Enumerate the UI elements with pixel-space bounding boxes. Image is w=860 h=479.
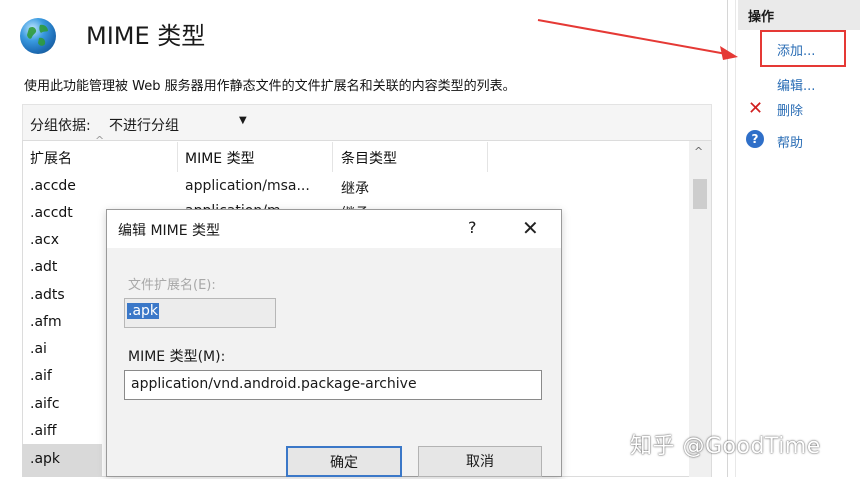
dialog-help-button[interactable]: ? bbox=[468, 218, 477, 237]
list-item-ext[interactable]: .accde bbox=[30, 178, 76, 194]
action-add-link[interactable]: 添加... bbox=[777, 40, 815, 59]
cancel-button[interactable]: 取消 bbox=[418, 446, 542, 477]
list-scrollbar[interactable]: ^ bbox=[689, 141, 711, 477]
list-item-ext[interactable]: .aif bbox=[30, 368, 52, 384]
list-item-ext[interactable]: .acx bbox=[30, 232, 59, 248]
watermark: 知乎 @GoodTime bbox=[630, 434, 821, 459]
list-item-entry[interactable]: 继承 bbox=[341, 178, 369, 198]
column-header-extension[interactable]: 扩展名 bbox=[30, 148, 72, 168]
extension-label: 文件扩展名(E): bbox=[128, 278, 216, 293]
column-divider bbox=[332, 142, 333, 172]
sort-ascending-icon: ^ bbox=[95, 134, 105, 147]
dialog-close-button[interactable]: ✕ bbox=[522, 216, 539, 240]
help-icon[interactable]: ? bbox=[746, 130, 764, 148]
list-item-ext[interactable]: .afm bbox=[30, 314, 62, 330]
list-item-ext-selected[interactable]: .apk bbox=[30, 451, 60, 467]
list-item-mime[interactable]: application/msa... bbox=[185, 178, 310, 194]
list-item-ext[interactable]: .adt bbox=[30, 259, 57, 275]
mime-globe-icon bbox=[20, 18, 56, 54]
column-divider bbox=[487, 142, 488, 172]
panel-divider bbox=[727, 0, 728, 477]
column-divider bbox=[177, 142, 178, 172]
action-delete-link[interactable]: 删除 bbox=[777, 100, 803, 119]
action-help-link[interactable]: 帮助 bbox=[777, 132, 803, 151]
list-item-ext[interactable]: .ai bbox=[30, 341, 47, 357]
group-by-label: 分组依据: bbox=[30, 118, 91, 134]
dropdown-arrow-icon: ▼ bbox=[239, 115, 247, 126]
list-item-ext[interactable]: .accdt bbox=[30, 205, 73, 221]
page-title: MIME 类型 bbox=[86, 22, 206, 50]
mime-type-label: MIME 类型(M): bbox=[128, 349, 226, 365]
extension-field[interactable]: .apk bbox=[124, 298, 276, 328]
dialog-title: 编辑 MIME 类型 bbox=[118, 223, 221, 239]
mime-type-value: application/vnd.android.package-archive bbox=[131, 376, 417, 392]
list-item-ext[interactable]: .aiff bbox=[30, 423, 57, 439]
column-header-mime-type[interactable]: MIME 类型 bbox=[185, 148, 255, 168]
column-header-entry-type[interactable]: 条目类型 bbox=[341, 148, 397, 168]
delete-icon[interactable]: ✕ bbox=[748, 98, 763, 119]
annotation-arrow bbox=[537, 19, 738, 60]
scrollbar-thumb[interactable] bbox=[693, 179, 707, 209]
list-item-ext[interactable]: .aifc bbox=[30, 396, 60, 412]
ok-button[interactable]: 确定 bbox=[286, 446, 402, 477]
list-item-ext[interactable]: .adts bbox=[30, 287, 65, 303]
panel-divider bbox=[735, 0, 736, 477]
edit-mime-dialog bbox=[106, 209, 562, 477]
scroll-up-icon[interactable]: ^ bbox=[694, 145, 703, 158]
group-by-dropdown[interactable]: 不进行分组 ▼ bbox=[109, 115, 259, 137]
group-by-value: 不进行分组 bbox=[109, 118, 179, 134]
actions-panel-title: 操作 bbox=[748, 10, 775, 25]
action-edit-link[interactable]: 编辑... bbox=[777, 75, 815, 94]
page-description: 使用此功能管理被 Web 服务器用作静态文件的文件扩展名和关联的内容类型的列表。 bbox=[24, 79, 516, 94]
mime-type-field[interactable]: application/vnd.android.package-archive bbox=[124, 370, 542, 400]
extension-value: .apk bbox=[127, 303, 160, 319]
